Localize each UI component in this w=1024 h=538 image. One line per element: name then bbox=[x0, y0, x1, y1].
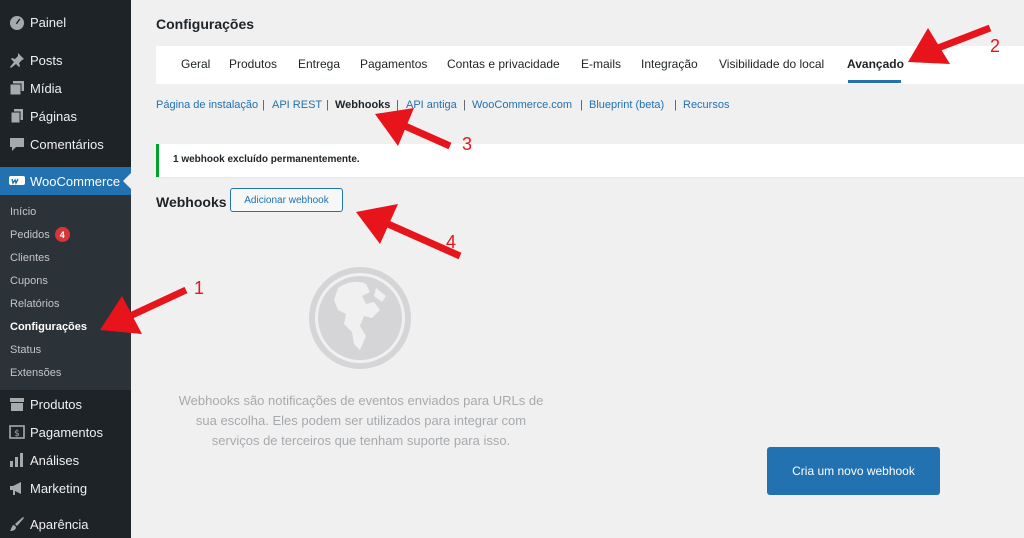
menu-item-comentarios[interactable]: Comentários bbox=[0, 130, 131, 158]
menu-item-paginas[interactable]: Páginas bbox=[0, 102, 131, 130]
submenu-item-inicio[interactable]: Início bbox=[10, 200, 36, 223]
link-api-antiga[interactable]: API antiga bbox=[406, 99, 457, 111]
annotation-number-1: 1 bbox=[194, 278, 205, 298]
submenu-item-status[interactable]: Status bbox=[10, 338, 41, 361]
menu-item-label: Produtos bbox=[30, 396, 83, 412]
arrow-3-icon bbox=[375, 108, 452, 150]
menu-item-label: Pagamentos bbox=[30, 424, 103, 440]
submenu-label: Clientes bbox=[10, 251, 50, 264]
menu-item-label: Análises bbox=[30, 452, 80, 468]
comments-icon bbox=[0, 136, 30, 152]
empty-state-description: Webhooks são notificações de eventos env… bbox=[178, 393, 544, 448]
admin-sidebar: Painel Posts Mídia Páginas Comentários W… bbox=[0, 0, 131, 538]
submenu-label: Relatórios bbox=[10, 297, 60, 310]
menu-item-marketing[interactable]: Marketing bbox=[0, 474, 131, 502]
submenu-label: Pedidos bbox=[10, 228, 50, 241]
annotation-number-2: 2 bbox=[990, 36, 1001, 56]
link-blueprint-beta[interactable]: Blueprint (beta) bbox=[589, 99, 664, 111]
menu-item-midia[interactable]: Mídia bbox=[0, 74, 131, 102]
link-woocommerce-com[interactable]: WooCommerce.com bbox=[472, 99, 572, 111]
success-notice: 1 webhook excluído permanentemente. bbox=[156, 144, 1024, 177]
menu-item-label: Páginas bbox=[30, 108, 77, 124]
settings-tab-bar: Geral Produtos Entrega Pagamentos Contas… bbox=[156, 46, 1024, 84]
add-webhook-button[interactable]: Adicionar webhook bbox=[230, 188, 343, 212]
megaphone-icon bbox=[0, 480, 30, 496]
tab-visibilidade-do-local[interactable]: Visibilidade do local bbox=[719, 57, 824, 71]
active-tab-indicator bbox=[848, 80, 901, 83]
arrow-4-icon bbox=[356, 204, 462, 260]
tab-avancado[interactable]: Avançado bbox=[847, 57, 904, 71]
webhooks-heading: Webhooks bbox=[156, 194, 227, 210]
page-title: Configurações bbox=[156, 16, 255, 32]
menu-item-label: Marketing bbox=[30, 480, 88, 496]
submenu-label: Início bbox=[10, 205, 37, 218]
tab-pagamentos[interactable]: Pagamentos bbox=[360, 57, 427, 71]
menu-item-aparencia[interactable]: Aparência bbox=[0, 510, 131, 538]
menu-item-label: Painel bbox=[30, 14, 67, 30]
separator: | bbox=[262, 99, 265, 111]
menu-item-label: Mídia bbox=[30, 80, 62, 96]
pages-icon bbox=[0, 108, 30, 124]
menu-item-pagamentos[interactable]: $ Pagamentos bbox=[0, 418, 131, 446]
analytics-icon bbox=[0, 452, 30, 468]
tab-integracao[interactable]: Integração bbox=[641, 57, 698, 71]
media-icon bbox=[0, 80, 30, 96]
menu-item-label: Comentários bbox=[30, 136, 104, 152]
separator: | bbox=[463, 99, 466, 111]
separator: | bbox=[580, 99, 583, 111]
tab-produtos[interactable]: Produtos bbox=[229, 57, 277, 71]
menu-item-label: Posts bbox=[30, 52, 63, 68]
submenu-item-extensoes[interactable]: Extensões bbox=[10, 361, 61, 384]
link-api-rest[interactable]: API REST bbox=[272, 99, 322, 111]
submenu-label: Configurações bbox=[10, 320, 88, 333]
link-webhooks[interactable]: Webhooks bbox=[335, 99, 390, 111]
svg-text:$: $ bbox=[14, 429, 20, 439]
separator: | bbox=[396, 99, 399, 111]
submenu-item-pedidos[interactable]: Pedidos 4 bbox=[10, 223, 70, 246]
submenu-item-relatorios[interactable]: Relatórios bbox=[10, 292, 60, 315]
woo-icon bbox=[0, 173, 30, 189]
menu-item-painel[interactable]: Painel bbox=[0, 8, 131, 36]
separator: | bbox=[674, 99, 677, 111]
submenu-item-clientes[interactable]: Clientes bbox=[10, 246, 50, 269]
link-recursos[interactable]: Recursos bbox=[683, 99, 729, 111]
link-pagina-de-instalacao[interactable]: Página de instalação bbox=[156, 99, 258, 111]
submenu-label: Extensões bbox=[10, 366, 62, 379]
create-webhook-button[interactable]: Cria um novo webhook bbox=[767, 447, 940, 495]
payments-icon: $ bbox=[0, 424, 30, 440]
menu-item-label: Aparência bbox=[30, 516, 89, 532]
submenu-item-cupons[interactable]: Cupons bbox=[10, 269, 48, 292]
notice-text: 1 webhook excluído permanentemente. bbox=[173, 154, 360, 165]
tab-geral[interactable]: Geral bbox=[181, 57, 210, 71]
tab-entrega[interactable]: Entrega bbox=[298, 57, 340, 71]
tab-e-mails[interactable]: E-mails bbox=[581, 57, 621, 71]
submenu-label: Cupons bbox=[10, 274, 48, 287]
annotation-number-3: 3 bbox=[462, 134, 473, 154]
annotation-number-4: 4 bbox=[446, 232, 457, 252]
submenu-item-configuracoes[interactable]: Configurações bbox=[10, 315, 87, 338]
submenu-label: Status bbox=[10, 343, 42, 356]
dashboard-icon bbox=[0, 14, 30, 30]
separator: | bbox=[326, 99, 329, 111]
brush-icon bbox=[0, 516, 30, 532]
menu-item-posts[interactable]: Posts bbox=[0, 46, 131, 74]
menu-item-analises[interactable]: Análises bbox=[0, 446, 131, 474]
pin-icon bbox=[0, 52, 30, 68]
woocommerce-submenu: Início Pedidos 4 Clientes Cupons Relatóri… bbox=[0, 195, 131, 390]
archive-icon bbox=[0, 396, 30, 412]
menu-item-label: WooCommerce bbox=[30, 173, 121, 189]
orders-count-badge: 4 bbox=[54, 227, 70, 242]
globe-icon bbox=[309, 267, 411, 369]
menu-item-woocommerce[interactable]: WooCommerce bbox=[0, 167, 131, 195]
menu-item-produtos[interactable]: Produtos bbox=[0, 390, 131, 418]
tab-contas-e-privacidade[interactable]: Contas e privacidade bbox=[447, 57, 560, 71]
